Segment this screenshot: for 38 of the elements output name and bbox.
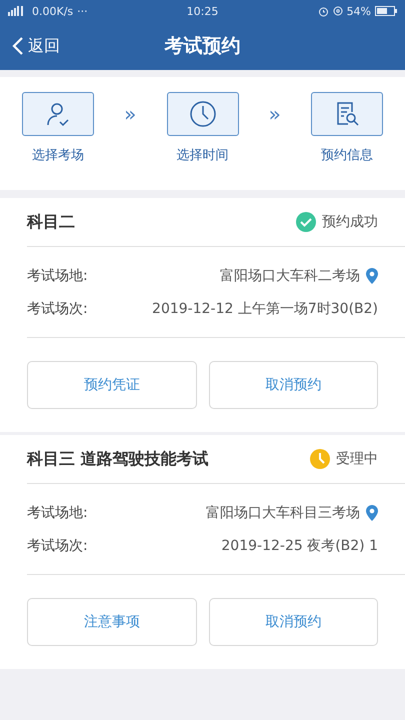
action-button[interactable]: 预约凭证 [27, 361, 196, 409]
field-value: 2019-12-25 夜考(B2) 1 [221, 536, 378, 554]
field-label: 考试场地: [27, 504, 88, 522]
back-button[interactable]: 返回 [0, 34, 66, 58]
clock-time: 10:25 [186, 4, 218, 18]
double-chevron: » [268, 102, 281, 126]
field-label: 考试场次: [27, 536, 88, 554]
person-check-icon [45, 101, 71, 127]
step-label: 选择考场 [32, 147, 84, 164]
field-label: 考试场次: [27, 300, 88, 318]
action-button[interactable]: 注意事项 [27, 598, 196, 646]
step-label: 选择时间 [176, 147, 228, 164]
field-value: 富阳场口大车科目三考场 [206, 504, 360, 522]
more-dots: ··· [77, 4, 88, 18]
battery-percent: 54% [346, 4, 372, 18]
subject-title: 科目三 道路驾驶技能考试 [27, 448, 209, 470]
step-tile[interactable] [311, 92, 383, 136]
step-label: 预约信息 [321, 147, 373, 164]
status-text: 预约成功 [322, 213, 378, 231]
chevron-left-icon [12, 36, 24, 56]
battery-icon [375, 6, 398, 16]
check-icon [296, 212, 316, 232]
location-icon [332, 6, 343, 16]
clock-icon [188, 100, 216, 128]
clock-icon [310, 449, 330, 469]
alarm-icon [318, 6, 329, 16]
field-label: 考试场地: [27, 266, 88, 284]
action-button[interactable]: 取消预约 [208, 598, 378, 646]
field-value: 富阳场口大车科二考场 [220, 266, 360, 284]
network-speed: 0.00K/s [32, 4, 74, 18]
action-button[interactable]: 取消预约 [208, 361, 378, 409]
subject-title: 科目二 [27, 212, 75, 232]
step-tile[interactable] [166, 92, 238, 136]
field-value: 2019-12-12 上午第一场7时30(B2) [152, 300, 378, 318]
status-text: 受理中 [336, 450, 378, 468]
step-tile[interactable] [22, 92, 94, 136]
page-title: 考试预约 [164, 35, 240, 57]
double-chevron: » [124, 102, 136, 126]
